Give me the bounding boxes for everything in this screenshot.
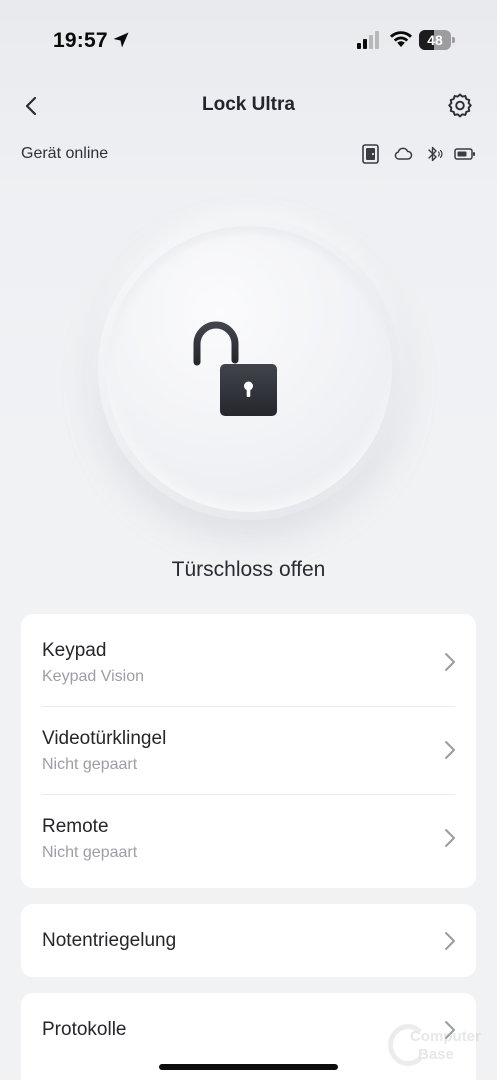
- battery-indicator: 48: [419, 30, 455, 50]
- battery-nub: [452, 37, 455, 43]
- chevron-right-icon: [445, 829, 455, 847]
- list-item-video-doorbell[interactable]: Videotürklingel Nicht gepaart: [21, 707, 476, 795]
- list-item-emergency-unlock[interactable]: Notentriegelung: [21, 904, 476, 977]
- status-bar: 19:57 48: [0, 0, 497, 80]
- watermark-text: Base: [418, 1046, 454, 1063]
- door-icon: [362, 144, 379, 164]
- list-item-subtitle: Keypad Vision: [42, 668, 144, 685]
- list-item-keypad[interactable]: Keypad Keypad Vision: [21, 614, 476, 707]
- cellular-signal-icon: [357, 31, 379, 49]
- device-online-status: Gerät online: [21, 145, 109, 162]
- chevron-right-icon: [445, 741, 455, 759]
- home-indicator: [159, 1064, 338, 1070]
- battery-percent: 48: [427, 32, 443, 48]
- computerbase-watermark: Computer Base: [388, 1024, 488, 1070]
- chevron-right-icon: [445, 653, 455, 671]
- accessories-card: Keypad Keypad Vision Videotürklingel Nic…: [21, 614, 476, 888]
- gear-icon[interactable]: [446, 92, 474, 120]
- battery-icon: [454, 148, 475, 160]
- list-item-title: Keypad: [42, 640, 107, 661]
- list-item-title: Notentriegelung: [42, 930, 177, 951]
- cloud-icon: [394, 147, 413, 160]
- emergency-unlock-card: Notentriegelung: [21, 904, 476, 977]
- list-item-title: Remote: [42, 816, 109, 837]
- chevron-right-icon: [445, 932, 455, 950]
- wifi-icon: [390, 31, 412, 47]
- status-time: 19:57: [53, 29, 108, 52]
- list-item-title: Protokolle: [42, 1019, 127, 1040]
- watermark-text: Computer: [410, 1028, 481, 1045]
- bluetooth-icon: [428, 146, 443, 162]
- list-item-remote[interactable]: Remote Nicht gepaart: [21, 795, 476, 888]
- battery-body: 48: [419, 30, 451, 50]
- list-item-subtitle: Nicht gepaart: [42, 756, 138, 773]
- page-title: Lock Ultra: [202, 94, 295, 115]
- list-item-subtitle: Nicht gepaart: [42, 844, 138, 861]
- location-arrow-icon: [113, 32, 129, 48]
- unlocked-padlock-icon: [193, 321, 277, 416]
- list-item-title: Videotürklingel: [42, 728, 167, 749]
- lock-status-text: Türschloss offen: [171, 558, 326, 581]
